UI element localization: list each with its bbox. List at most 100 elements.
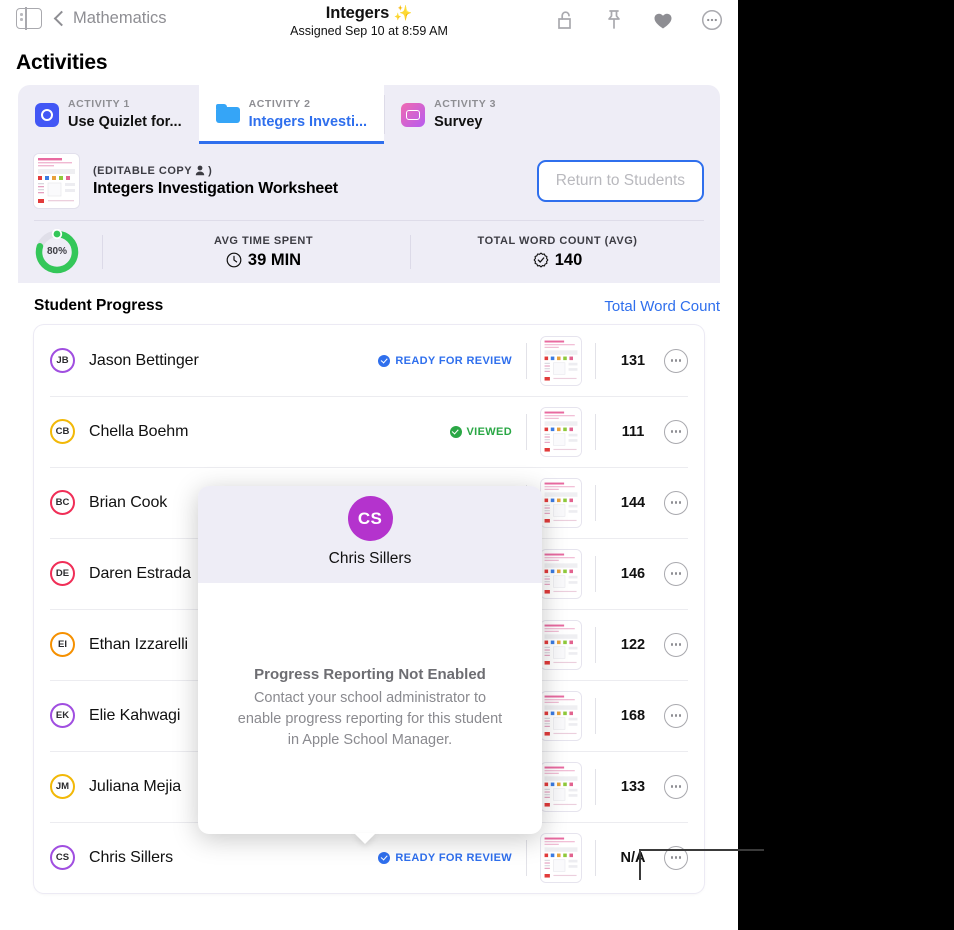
ready-for-review-icon <box>378 355 390 367</box>
row-more-icon[interactable] <box>664 349 688 373</box>
row-more-icon[interactable] <box>664 491 688 515</box>
pin-icon[interactable] <box>602 8 626 32</box>
popover-header: CS Chris Sillers <box>198 486 542 583</box>
worksheet-thumbnail[interactable] <box>34 154 79 208</box>
heart-icon[interactable] <box>651 8 675 32</box>
document-title: Integers <box>326 4 389 22</box>
stat-value: 39 MIN <box>248 251 301 270</box>
submission-thumbnail[interactable] <box>541 479 581 527</box>
table-row[interactable]: CB Chella Boehm VIEWED 111 <box>34 396 704 467</box>
activities-tabbar: ACTIVITY 1 Use Quizlet for... ACTIVITY 2… <box>18 85 720 144</box>
submission-thumbnail[interactable] <box>541 763 581 811</box>
completion-percent: 80% <box>34 246 80 257</box>
popover-arrow <box>354 833 376 844</box>
return-to-students-button[interactable]: Return to Students <box>537 160 704 202</box>
stat-label: TOTAL WORD COUNT (AVG) <box>411 235 704 247</box>
submission-thumbnail[interactable] <box>541 621 581 669</box>
more-icon[interactable] <box>700 8 724 32</box>
stat-avg-time-spent: AVG TIME SPENT 39 MIN <box>117 235 410 270</box>
total-word-count-link[interactable]: Total Word Count <box>604 298 720 315</box>
section-title-activities: Activities <box>0 46 738 85</box>
status-badge-label: READY FOR REVIEW <box>395 355 512 367</box>
divider <box>595 698 596 734</box>
submission-thumbnail[interactable] <box>541 337 581 385</box>
divider <box>595 343 596 379</box>
student-progress-title: Student Progress <box>34 297 163 315</box>
sparkles-icon: ✨ <box>394 5 413 22</box>
activity-kicker: ACTIVITY 1 <box>68 98 182 111</box>
avatar: CS <box>348 496 393 541</box>
student-name: Jason Bettinger <box>89 352 378 370</box>
avatar: CS <box>50 845 75 870</box>
row-more-icon[interactable] <box>664 633 688 657</box>
avatar-initials: JB <box>56 355 68 366</box>
stat-value: 140 <box>555 251 583 270</box>
worksheet-kicker-end: ) <box>208 165 212 177</box>
student-progress-header: Student Progress Total Word Count <box>0 283 738 325</box>
worksheet-name: Integers Investigation Worksheet <box>93 180 537 198</box>
word-count: 144 <box>610 495 656 511</box>
status-badge: VIEWED <box>450 426 513 438</box>
popover-description: Contact your school administrator to ena… <box>232 688 508 751</box>
avatar-initials: DE <box>56 568 69 579</box>
submission-thumbnail[interactable] <box>541 834 581 882</box>
row-more-icon[interactable] <box>664 420 688 444</box>
activity-kicker: ACTIVITY 2 <box>249 98 367 111</box>
toolbar: Mathematics Integers ✨ Assigned Sep 10 a… <box>0 0 738 46</box>
ready-for-review-icon <box>378 852 390 864</box>
table-row[interactable]: JB Jason Bettinger READY FOR REVIEW 131 <box>34 325 704 396</box>
checkmark-seal-icon <box>533 252 549 268</box>
back-button-label: Mathematics <box>73 9 167 28</box>
stat-value-wrap: 39 MIN <box>117 251 410 270</box>
worksheet-kicker: (EDITABLE COPY ) <box>93 165 537 177</box>
row-more-icon[interactable] <box>664 846 688 870</box>
viewed-check-icon <box>450 426 462 438</box>
avatar: DE <box>50 561 75 586</box>
submission-thumbnail[interactable] <box>541 692 581 740</box>
activity-tab-3[interactable]: ACTIVITY 3 Survey <box>384 85 513 144</box>
quizlet-icon <box>35 103 59 127</box>
avatar-initials: EI <box>58 639 67 650</box>
divider <box>102 235 103 269</box>
folder-icon <box>216 103 240 127</box>
divider <box>526 343 527 379</box>
word-count: 133 <box>610 779 656 795</box>
avatar: EI <box>50 632 75 657</box>
word-count: 111 <box>610 424 656 440</box>
avatar-initials: BC <box>56 497 70 508</box>
activity-tab-2[interactable]: ACTIVITY 2 Integers Investi... <box>199 85 384 144</box>
divider <box>595 556 596 592</box>
toolbar-right <box>553 8 724 32</box>
activity-tab-1[interactable]: ACTIVITY 1 Use Quizlet for... <box>18 85 199 144</box>
row-more-icon[interactable] <box>664 562 688 586</box>
student-name: Chella Boehm <box>89 423 450 441</box>
row-more-icon[interactable] <box>664 704 688 728</box>
back-button[interactable]: Mathematics <box>56 9 167 28</box>
divider <box>526 840 527 876</box>
divider <box>595 627 596 663</box>
activity-name: Integers Investi... <box>249 113 367 131</box>
status-badge-label: READY FOR REVIEW <box>395 852 512 864</box>
unlock-icon[interactable] <box>553 8 577 32</box>
row-more-icon[interactable] <box>664 775 688 799</box>
submission-thumbnail[interactable] <box>541 550 581 598</box>
word-count: N/A <box>610 850 656 866</box>
activity-name: Survey <box>434 113 496 131</box>
worksheet-row: (EDITABLE COPY ) Integers Investigation … <box>18 144 720 220</box>
worksheet-panel: (EDITABLE COPY ) Integers Investigation … <box>18 144 720 283</box>
popover-body: Progress Reporting Not Enabled Contact y… <box>198 583 542 834</box>
popover-title: Progress Reporting Not Enabled <box>254 666 486 683</box>
avatar: JM <box>50 774 75 799</box>
status-badge: READY FOR REVIEW <box>378 852 512 864</box>
avatar: EK <box>50 703 75 728</box>
divider <box>595 485 596 521</box>
sidebar-icon[interactable] <box>16 8 42 29</box>
word-count: 146 <box>610 566 656 582</box>
submission-thumbnail[interactable] <box>541 408 581 456</box>
student-name: Chris Sillers <box>89 849 378 867</box>
word-count: 131 <box>610 353 656 369</box>
stat-label: AVG TIME SPENT <box>117 235 410 247</box>
toolbar-left: Mathematics <box>16 8 167 29</box>
survey-icon <box>401 103 425 127</box>
worksheet-meta: (EDITABLE COPY ) Integers Investigation … <box>93 165 537 198</box>
